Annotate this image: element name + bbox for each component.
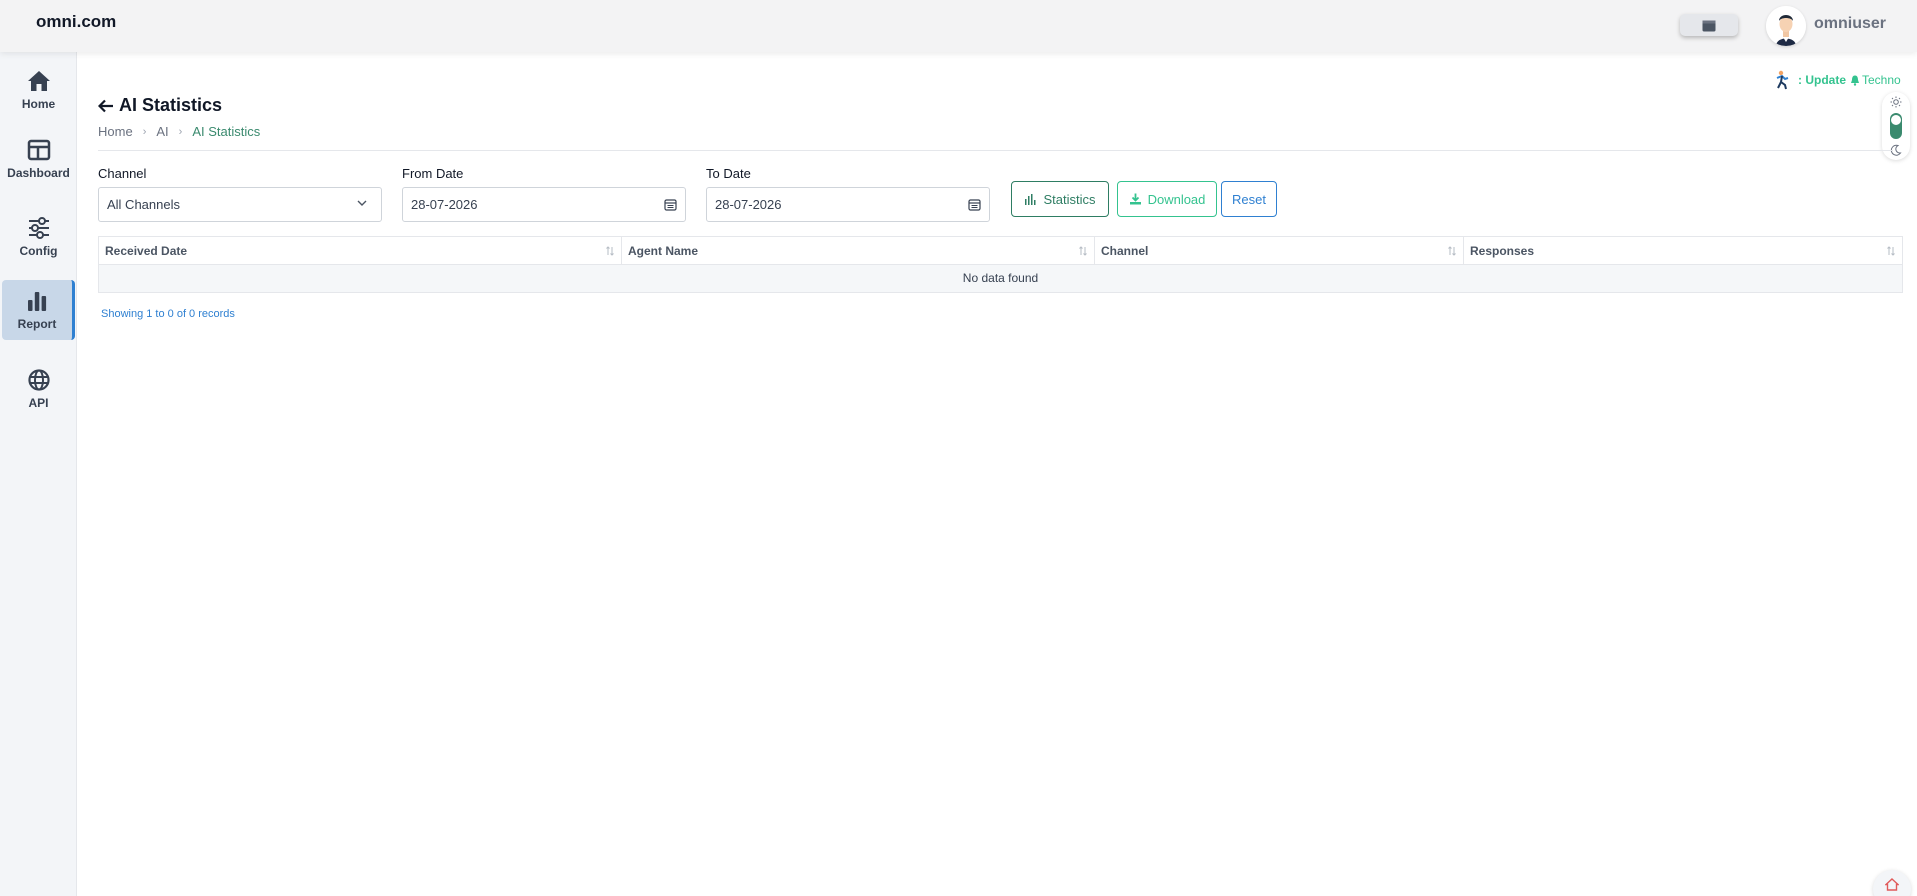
home-icon: [27, 70, 50, 91]
update-source[interactable]: Techno: [1862, 73, 1901, 87]
home-icon: [1885, 878, 1899, 891]
from-date-label: From Date: [402, 166, 464, 181]
download-button[interactable]: Download: [1117, 181, 1217, 217]
download-button-label: Download: [1147, 191, 1206, 207]
reset-button[interactable]: Reset: [1221, 181, 1277, 217]
dashboard-icon: [27, 139, 50, 160]
channel-select[interactable]: All Channels: [98, 187, 382, 222]
table-header: Received Date Agent Name Channel Respons…: [99, 237, 1902, 265]
bell-icon: [1851, 75, 1859, 86]
update-notice: : Update Techno: [1772, 70, 1901, 90]
avatar[interactable]: [1766, 6, 1806, 46]
sidebar: Home Dashboard Config Report API: [0, 52, 77, 896]
breadcrumb-ai[interactable]: AI: [156, 124, 168, 139]
breadcrumb: Home › AI › AI Statistics: [98, 124, 260, 139]
floating-home-button[interactable]: [1873, 870, 1911, 896]
update-label: : Update: [1798, 73, 1846, 87]
top-header: omni.com omniuser: [0, 0, 1917, 52]
calendar-icon[interactable]: [968, 198, 981, 211]
column-received-date[interactable]: Received Date: [99, 237, 622, 265]
sun-icon: [1890, 96, 1902, 108]
sidebar-item-label: Home: [21, 96, 56, 111]
sidebar-item-config[interactable]: Config: [2, 207, 75, 267]
sidebar-item-dashboard[interactable]: Dashboard: [2, 129, 75, 189]
sort-icon: [1079, 246, 1087, 256]
runner-icon: [1776, 70, 1789, 90]
chevron-right-icon: ›: [142, 125, 147, 138]
from-date-value: 28-07-2026: [411, 197, 478, 212]
statistics-button[interactable]: Statistics: [1011, 181, 1109, 217]
statistics-button-label: Statistics: [1043, 191, 1096, 207]
breadcrumb-home[interactable]: Home: [98, 124, 133, 139]
sidebar-item-home[interactable]: Home: [2, 60, 75, 120]
page-header: AI Statistics: [98, 95, 222, 116]
sidebar-item-api[interactable]: API: [2, 359, 75, 419]
divider: [98, 150, 1893, 151]
data-table: Received Date Agent Name Channel Respons…: [98, 236, 1903, 293]
bar-chart-icon: [28, 291, 47, 311]
sliders-icon: [28, 216, 49, 239]
chevron-right-icon: ›: [178, 125, 183, 138]
sidebar-item-label: API: [28, 395, 49, 410]
bar-chart-icon: [1025, 194, 1036, 205]
wallet-button[interactable]: [1680, 14, 1738, 36]
from-date-input[interactable]: 28-07-2026: [402, 187, 686, 222]
column-label: Responses: [1470, 244, 1535, 258]
column-label: Received Date: [105, 244, 188, 258]
channel-label: Channel: [98, 166, 147, 181]
sort-icon: [1448, 246, 1456, 256]
brand-logo[interactable]: omni.com: [36, 12, 116, 32]
page-title: AI Statistics: [119, 95, 223, 115]
column-label: Agent Name: [628, 244, 699, 258]
user-avatar-icon: [1766, 6, 1806, 46]
theme-switch-knob: [1891, 115, 1901, 125]
breadcrumb-current: AI Statistics: [192, 124, 261, 139]
username[interactable]: omniuser: [1814, 15, 1886, 33]
download-icon: [1129, 193, 1141, 205]
to-date-label: To Date: [706, 166, 751, 181]
channel-select-value: All Channels: [107, 197, 180, 212]
column-label: Channel: [1101, 244, 1149, 258]
calendar-icon[interactable]: [664, 198, 677, 211]
to-date-input[interactable]: 28-07-2026: [706, 187, 990, 222]
theme-switch[interactable]: [1890, 113, 1902, 139]
sidebar-item-label: Dashboard: [7, 165, 70, 180]
column-channel[interactable]: Channel: [1095, 237, 1464, 265]
sort-icon: [606, 246, 614, 256]
reset-button-label: Reset: [1232, 191, 1266, 207]
sidebar-item-label: Config: [19, 243, 58, 258]
column-agent-name[interactable]: Agent Name: [622, 237, 1095, 265]
sort-icon: [1887, 246, 1895, 256]
wallet-icon: [1702, 20, 1716, 31]
arrow-left-icon[interactable]: [98, 99, 114, 113]
to-date-value: 28-07-2026: [715, 197, 782, 212]
sidebar-item-report[interactable]: Report: [2, 280, 75, 340]
globe-icon: [27, 368, 50, 391]
chevron-down-icon: [357, 200, 367, 206]
records-summary: Showing 1 to 0 of 0 records: [101, 308, 235, 320]
column-responses[interactable]: Responses: [1464, 237, 1902, 265]
sidebar-item-label: Report: [17, 316, 57, 331]
empty-table-message: No data found: [99, 265, 1902, 292]
